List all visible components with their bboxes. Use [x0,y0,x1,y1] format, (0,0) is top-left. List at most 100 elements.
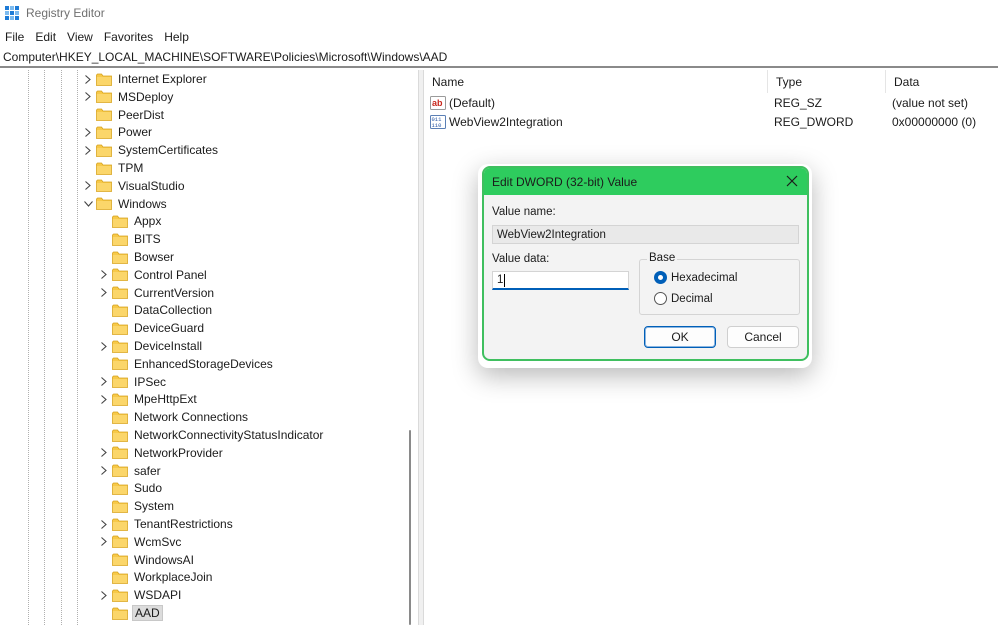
title-bar: Registry Editor [0,0,998,26]
tree-node[interactable]: NetworkConnectivityStatusIndicator [112,426,325,444]
tree-node-label: EnhancedStorageDevices [134,356,273,371]
cancel-button[interactable]: Cancel [727,326,799,348]
tree-node-label: PeerDist [118,107,165,122]
tree-node[interactable]: PeerDist [96,106,166,124]
chevron-right-icon[interactable] [99,537,109,547]
tree-node[interactable]: DataCollection [112,301,214,319]
folder-icon [112,535,128,549]
tree-node-label: WindowsAI [134,552,195,567]
value-name-label: Value name: [492,206,556,218]
tree-node[interactable]: IPSec [101,373,168,391]
tree-node[interactable]: Sudo [112,479,164,497]
column-header-data[interactable]: Data [886,70,998,93]
tree-node-label: Windows [118,196,167,211]
tree-node[interactable]: safer [101,462,163,480]
chevron-right-icon[interactable] [99,590,109,600]
tree-node[interactable]: TPM [96,159,145,177]
dialog-title: Edit DWORD (32-bit) Value [492,174,638,189]
folder-icon [96,73,112,86]
tree-node[interactable]: WindowsAI [112,551,196,569]
tree-node[interactable]: DeviceInstall [101,337,204,355]
value-type-cell: REG_DWORD [774,115,854,129]
menu-edit[interactable]: Edit [30,30,62,44]
tree-node-label: WorkplaceJoin [134,570,213,585]
tree-node[interactable]: WorkplaceJoin [112,568,214,586]
tree-node[interactable]: MSDeploy [85,88,175,106]
tree-node[interactable]: VisualStudio [85,177,187,195]
value-data-input[interactable]: 1 [492,271,629,290]
folder-icon [112,464,128,477]
chevron-right-icon[interactable] [99,519,109,529]
tree-node[interactable]: SystemCertificates [85,141,220,159]
chevron-right-icon[interactable] [83,145,93,155]
tree-node[interactable]: MpeHttpExt [101,390,199,408]
value-data-cell: (value not set) [892,96,969,110]
menu-favorites[interactable]: Favorites [99,30,159,44]
tree-node[interactable]: TenantRestrictions [101,515,235,533]
tree-node[interactable]: Appx [112,212,163,230]
chevron-right-icon[interactable] [83,127,93,137]
chevron-right-icon[interactable] [99,288,109,298]
tree-node[interactable]: Internet Explorer [85,70,209,88]
tree-node[interactable]: WSDAPI [101,586,183,604]
value-name-field: WebView2Integration [492,225,799,244]
chevron-down-icon[interactable] [83,199,93,209]
folder-icon [112,340,128,353]
close-button[interactable] [781,171,803,191]
tree-guide-line [61,70,62,625]
menu-help[interactable]: Help [159,30,195,44]
tree-node[interactable]: CurrentVersion [101,284,216,302]
tree-node[interactable]: DeviceGuard [112,319,206,337]
chevron-right-icon[interactable] [99,270,109,280]
tree-node-label: DeviceInstall [134,339,203,353]
tree-node-label: TenantRestrictions [134,517,233,531]
chevron-right-icon[interactable] [99,394,109,404]
tree-scrollbar[interactable] [409,430,411,625]
radio-unchecked-icon[interactable] [654,292,667,305]
tree-node[interactable]: BITS [112,230,163,248]
dialog-title-bar[interactable]: Edit DWORD (32-bit) Value [484,168,807,195]
tree-node[interactable]: Windows [83,195,169,213]
tree-node-label: NetworkProvider [134,445,223,460]
tree-node[interactable]: EnhancedStorageDevices [112,355,275,373]
folder-icon [112,429,128,442]
tree-node-label: System [134,499,175,514]
hexadecimal-option[interactable]: Hexadecimal [654,271,737,284]
tree-guide-line [77,70,78,625]
decimal-option[interactable]: Decimal [654,292,713,305]
chevron-right-icon[interactable] [83,181,93,191]
address-bar[interactable]: Computer\HKEY_LOCAL_MACHINE\SOFTWARE\Pol… [0,48,998,68]
tree-node[interactable]: NetworkProvider [101,444,225,462]
column-header-type[interactable]: Type [768,70,886,93]
tree-node[interactable]: Network Connections [112,408,250,426]
chevron-right-icon[interactable] [99,448,109,458]
key-tree[interactable]: Internet Explorer MSDeploy PeerDist Power Sy… [0,70,418,625]
value-type-cell: REG_SZ [774,96,823,110]
tree-node[interactable]: System [112,497,176,515]
column-header-name[interactable]: Name [424,70,768,93]
tree-node-label: Appx [134,214,162,229]
tree-node[interactable]: Power [85,123,154,141]
radio-checked-icon[interactable] [654,271,667,284]
tree-node[interactable]: Control Panel [101,266,209,284]
chevron-right-icon[interactable] [83,74,93,84]
folder-icon [112,251,128,264]
chevron-right-icon[interactable] [99,341,109,351]
menu-file[interactable]: File [0,30,30,44]
chevron-right-icon[interactable] [99,466,109,476]
chevron-right-icon[interactable] [99,377,109,387]
address-path: Computer\HKEY_LOCAL_MACHINE\SOFTWARE\Pol… [3,50,448,64]
value-row[interactable]: ab (Default) REG_SZ (value not set) [424,94,998,112]
tree-node[interactable]: AAD [112,604,163,622]
tree-node-label: Internet Explorer [118,72,207,86]
value-row[interactable]: 011 110 WebView2Integration REG_DWORD 0x0… [424,113,998,131]
tree-node-label: Sudo [134,481,163,496]
tree-node-label: DataCollection [134,303,213,318]
menu-view[interactable]: View [62,30,99,44]
tree-node[interactable]: Bowser [112,248,176,266]
folder-icon [96,197,112,210]
chevron-right-icon[interactable] [83,92,93,102]
tree-node-label: NetworkConnectivityStatusIndicator [134,428,324,442]
tree-node[interactable]: WcmSvc [101,533,183,551]
ok-button[interactable]: OK [644,326,716,348]
